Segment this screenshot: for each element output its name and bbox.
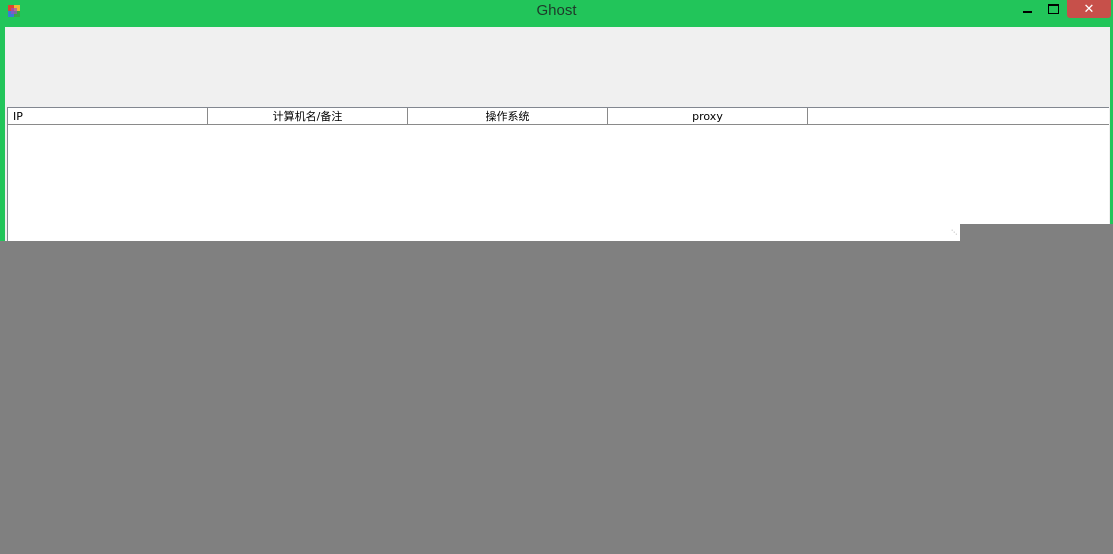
column-header-os[interactable]: 操作系统 xyxy=(408,108,608,124)
maximize-button[interactable] xyxy=(1040,0,1066,18)
resize-grip-icon[interactable]: ⋱ xyxy=(951,230,957,236)
column-header-computer-name[interactable]: 计算机名/备注 xyxy=(208,108,408,124)
close-icon: ✕ xyxy=(1083,1,1095,17)
minimize-button[interactable] xyxy=(1015,0,1039,18)
column-header-ip[interactable]: IP xyxy=(8,108,208,124)
window-title: Ghost xyxy=(536,2,577,19)
column-header-filler xyxy=(808,108,1109,124)
maximize-icon xyxy=(1047,4,1059,14)
list-header: IP 计算机名/备注 操作系统 proxy xyxy=(8,108,1109,125)
minimize-icon xyxy=(1022,11,1032,13)
title-bar[interactable]: Ghost ✕ xyxy=(0,0,1113,25)
column-header-proxy[interactable]: proxy xyxy=(608,108,808,124)
host-list[interactable]: IP 计算机名/备注 操作系统 proxy xyxy=(7,107,1109,241)
desktop-region xyxy=(960,224,1113,241)
close-button[interactable]: ✕ xyxy=(1067,0,1111,18)
client-area: IP 计算机名/备注 操作系统 proxy xyxy=(5,27,1110,241)
main-window: Ghost ✕ IP 计算机名/备注 操作系统 proxy ⋱ xyxy=(0,0,1113,241)
